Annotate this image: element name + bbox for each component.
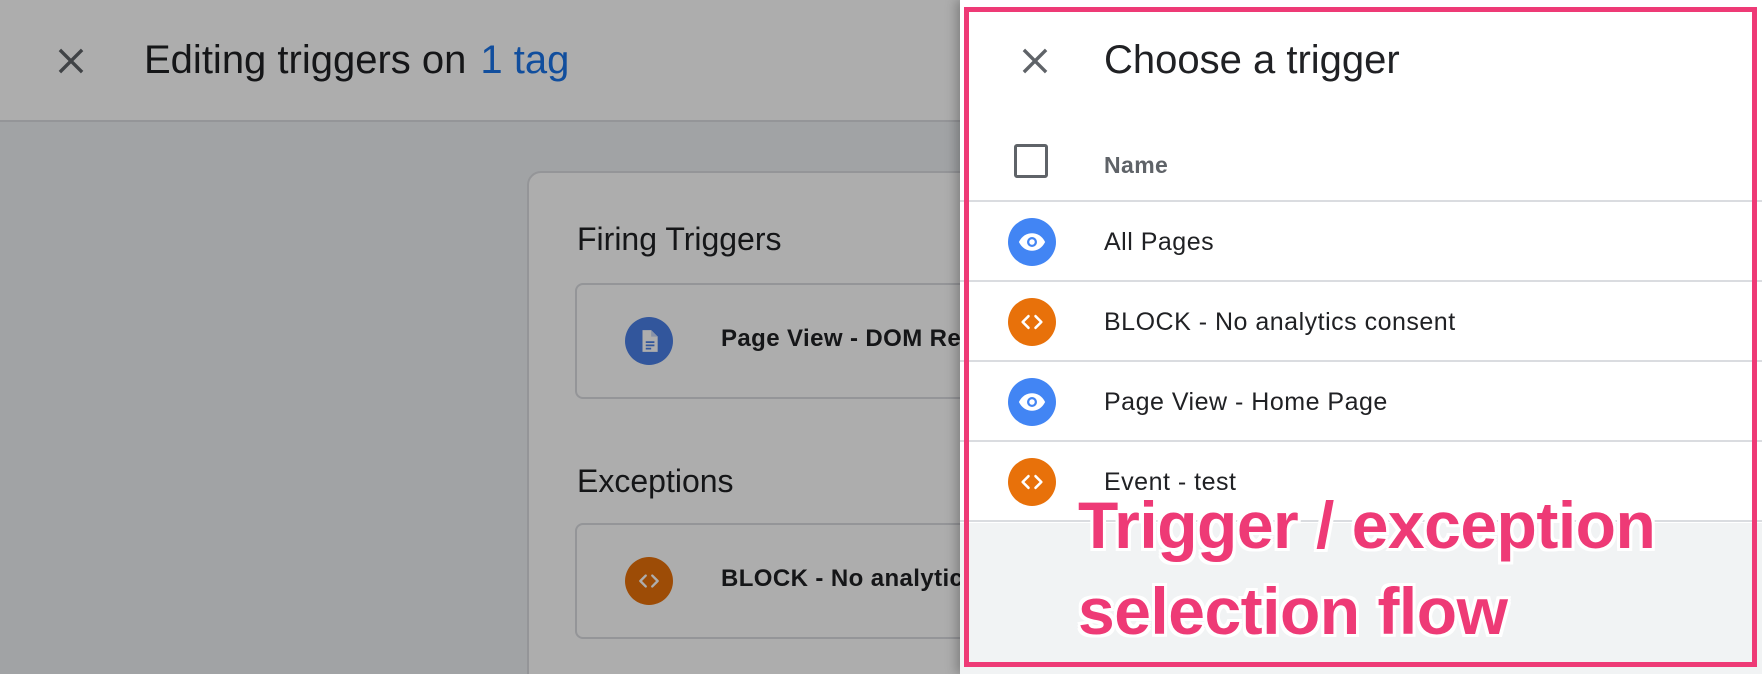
annotation-line-1: Trigger / exception: [1078, 488, 1656, 562]
annotation-callout: Trigger / exception selection flow: [1078, 482, 1656, 654]
annotation-line-2: selection flow: [1078, 574, 1508, 648]
